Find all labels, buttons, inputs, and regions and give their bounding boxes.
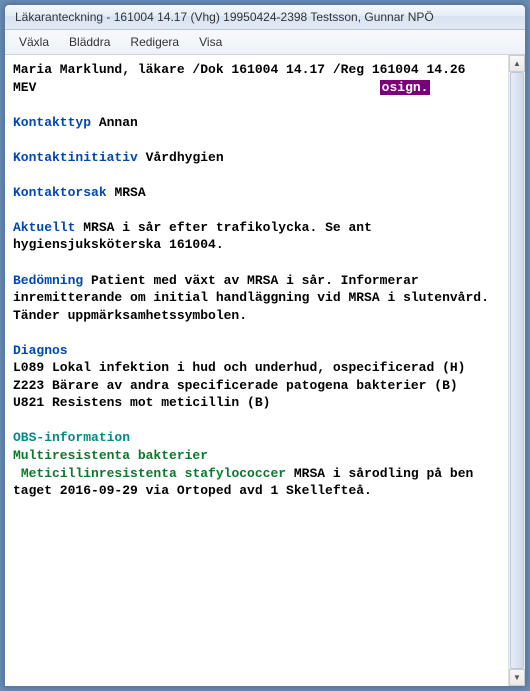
bedomning-value: Patient med växt av MRSA i sår. Informer… bbox=[13, 273, 497, 323]
vertical-scrollbar[interactable]: ▲ ▼ bbox=[508, 55, 525, 686]
meti-line: Meticillinresistenta stafylococcer MRSA … bbox=[13, 465, 500, 500]
menubar: Växla Bläddra Redigera Visa bbox=[5, 30, 525, 55]
multi-label: Multiresistenta bakterier bbox=[13, 448, 208, 463]
scroll-up-button[interactable]: ▲ bbox=[509, 55, 525, 72]
kontakttyp-label: Kontakttyp bbox=[13, 115, 91, 130]
scroll-track[interactable] bbox=[509, 72, 525, 669]
kontaktorsak-line: Kontaktorsak MRSA bbox=[13, 184, 500, 202]
header-line-2: MEV osign. bbox=[13, 79, 500, 97]
kontaktinitiativ-line: Kontaktinitiativ Vårdhygien bbox=[13, 149, 500, 167]
multi-label-line: Multiresistenta bakterier bbox=[13, 447, 500, 465]
kontakttyp-value: Annan bbox=[99, 115, 138, 130]
meti-label: Meticillinresistenta stafylococcer bbox=[13, 466, 286, 481]
obs-label-line: OBS-information bbox=[13, 429, 500, 447]
aktuellt-line: Aktuellt MRSA i sår efter trafikolycka. … bbox=[13, 219, 500, 254]
kontaktinitiativ-label: Kontaktinitiativ bbox=[13, 150, 138, 165]
scroll-thumb[interactable] bbox=[510, 72, 524, 669]
aktuellt-label: Aktuellt bbox=[13, 220, 75, 235]
kontaktinitiativ-value: Vårdhygien bbox=[146, 150, 224, 165]
content-wrapper: Maria Marklund, läkare /Dok 161004 14.17… bbox=[5, 55, 525, 686]
menu-visa[interactable]: Visa bbox=[189, 32, 232, 52]
titlebar[interactable]: Läkaranteckning - 161004 14.17 (Vhg) 199… bbox=[5, 5, 525, 30]
header-line-1: Maria Marklund, läkare /Dok 161004 14.17… bbox=[13, 61, 500, 79]
obs-label: OBS-information bbox=[13, 430, 130, 445]
bedomning-label: Bedömning bbox=[13, 273, 83, 288]
diagnos-line-2: Z223 Bärare av andra specificerade patog… bbox=[13, 377, 500, 395]
diagnos-line-3: U821 Resistens mot meticillin (B) bbox=[13, 394, 500, 412]
header-mev: MEV bbox=[13, 80, 36, 95]
osign-badge: osign. bbox=[380, 80, 431, 95]
kontaktorsak-value: MRSA bbox=[114, 185, 145, 200]
diagnos-label: Diagnos bbox=[13, 343, 68, 358]
window: Läkaranteckning - 161004 14.17 (Vhg) 199… bbox=[4, 4, 526, 687]
window-title: Läkaranteckning - 161004 14.17 (Vhg) 199… bbox=[15, 10, 434, 24]
diagnos-label-line: Diagnos bbox=[13, 342, 500, 360]
menu-bladdra[interactable]: Bläddra bbox=[59, 32, 120, 52]
scroll-down-button[interactable]: ▼ bbox=[509, 669, 525, 686]
kontaktorsak-label: Kontaktorsak bbox=[13, 185, 107, 200]
menu-redigera[interactable]: Redigera bbox=[120, 32, 189, 52]
bedomning-line: Bedömning Patient med växt av MRSA i sår… bbox=[13, 272, 500, 325]
kontakttyp-line: Kontakttyp Annan bbox=[13, 114, 500, 132]
menu-vaxla[interactable]: Växla bbox=[9, 32, 59, 52]
diagnos-line-1: L089 Lokal infektion i hud och underhud,… bbox=[13, 359, 500, 377]
document-content[interactable]: Maria Marklund, läkare /Dok 161004 14.17… bbox=[5, 55, 508, 686]
